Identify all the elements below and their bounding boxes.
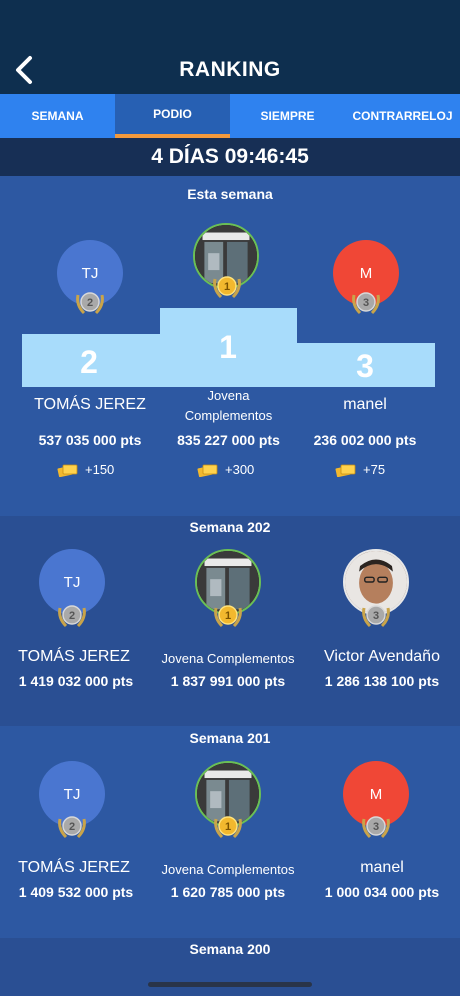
section-title: Semana 202 <box>189 519 271 535</box>
reward-value: +150 <box>85 462 115 477</box>
section-title: Semana 201 <box>189 730 271 746</box>
bronze-medal-icon: 3 <box>352 292 380 315</box>
podium-number-first: 1 <box>219 329 237 365</box>
section-week-202: Semana 202 TJ 2 1 3 TOMÁS JEREZ Jovena C… <box>0 516 460 726</box>
svg-text:3: 3 <box>363 297 369 309</box>
player-name-second: TOMÁS JEREZ <box>34 396 146 413</box>
player-name-second: TOMÁS JEREZ <box>18 648 130 665</box>
player-points-first: 1 620 785 000 pts <box>170 884 286 900</box>
section-title: Semana 200 <box>189 941 271 957</box>
player-points-first: 1 837 991 000 pts <box>170 673 286 689</box>
bronze-medal-icon: 3 <box>362 605 390 628</box>
svg-text:2: 2 <box>69 610 75 622</box>
tab-bar: SEMANA PODIO SIEMPRE CONTRARRELOJ <box>0 94 460 138</box>
player-points-second: 1 409 532 000 pts <box>18 884 134 900</box>
top-bar: RANKING <box>0 0 460 94</box>
svg-text:1: 1 <box>225 821 231 833</box>
svg-text:1: 1 <box>225 610 231 622</box>
reward-value: +300 <box>225 462 255 477</box>
podium-number-second: 2 <box>80 344 98 380</box>
avatar-initials: TJ <box>81 264 99 282</box>
gold-medal-icon: 1 <box>213 276 241 299</box>
avatar-initials: M <box>359 264 373 282</box>
avatar-initials: TJ <box>63 573 81 591</box>
tab-semana[interactable]: SEMANA <box>0 94 115 138</box>
page-title: RANKING <box>179 58 281 81</box>
section-week-200: Semana 200 <box>0 938 460 996</box>
gold-tickets-icon <box>197 464 218 477</box>
reward-third: +75 <box>335 462 385 477</box>
reward-first: +300 <box>197 462 254 477</box>
gold-tickets-icon <box>335 464 356 477</box>
player-points-second: 537 035 000 pts <box>38 432 142 448</box>
tab-podio[interactable]: PODIO <box>115 94 230 138</box>
section-this-week: Esta semana TJ 2 1 M 3 2 1 3 TOMÁS JEREZ… <box>0 176 460 516</box>
silver-medal-icon: 2 <box>58 605 86 628</box>
section-week-201: Semana 201 TJ 2 1 M 3 TOMÁS JEREZ Jovena… <box>0 726 460 938</box>
player-name-third: manel <box>360 859 404 876</box>
player-name-first-line2: Complementos <box>184 408 273 423</box>
tab-siempre[interactable]: SIEMPRE <box>230 94 345 138</box>
player-name-first: Jovena Complementos <box>161 651 295 666</box>
player-name-third: manel <box>343 396 387 413</box>
svg-text:3: 3 <box>373 610 379 622</box>
section-title: Esta semana <box>187 186 273 202</box>
svg-text:2: 2 <box>87 297 93 309</box>
gold-medal-icon: 1 <box>214 605 242 628</box>
podium-number-third: 3 <box>356 348 374 384</box>
avatar-initials: TJ <box>63 785 81 803</box>
reward-second: +150 <box>57 462 114 477</box>
svg-text:1: 1 <box>224 281 230 293</box>
home-indicator[interactable] <box>148 982 312 987</box>
gold-medal-icon: 1 <box>214 816 242 839</box>
silver-medal-icon: 2 <box>76 292 104 315</box>
bronze-medal-icon: 3 <box>362 816 390 839</box>
player-points-third: 1 286 138 100 pts <box>324 673 440 689</box>
reward-value: +75 <box>363 462 386 477</box>
player-points-second: 1 419 032 000 pts <box>18 673 134 689</box>
svg-text:2: 2 <box>69 821 75 833</box>
avatar-initials: M <box>369 785 383 803</box>
player-points-third: 1 000 034 000 pts <box>324 884 440 900</box>
silver-medal-icon: 2 <box>58 816 86 839</box>
tab-contrarreloj[interactable]: CONTRARRELOJ <box>345 94 460 138</box>
player-name-first-line1: Jovena <box>207 388 250 403</box>
player-points-third: 236 002 000 pts <box>313 432 417 448</box>
gold-tickets-icon <box>57 464 78 477</box>
player-name-first: Jovena Complementos <box>161 862 295 877</box>
player-name-third: Victor Avendaño <box>324 648 440 665</box>
svg-text:3: 3 <box>373 821 379 833</box>
player-name-second: TOMÁS JEREZ <box>18 859 130 876</box>
countdown-timer: 4 DÍAS 09:46:45 <box>0 138 460 176</box>
player-points-first: 835 227 000 pts <box>177 432 280 448</box>
